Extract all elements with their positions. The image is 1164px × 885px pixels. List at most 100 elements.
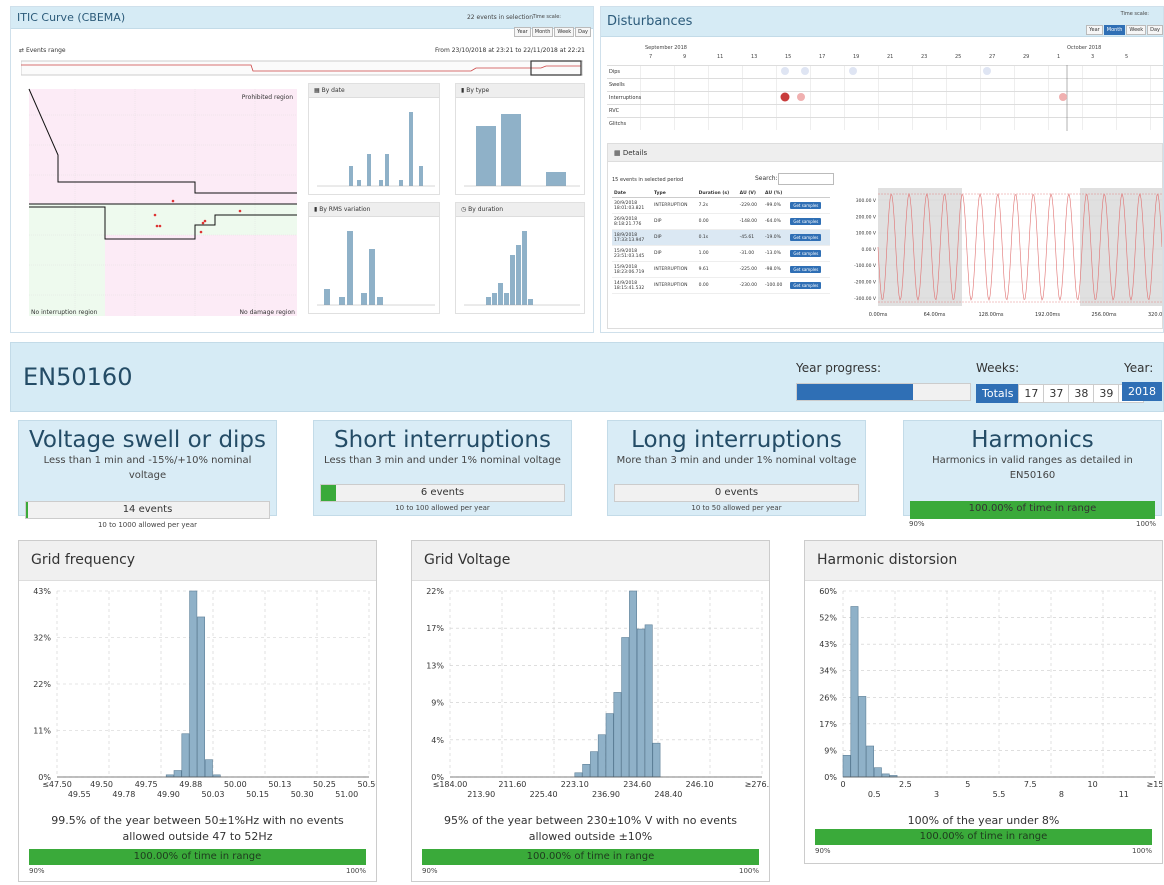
by-duration-chart: ◷ By duration: [455, 202, 585, 314]
cell-type: INTERRUPTION: [652, 262, 697, 278]
timeline-day: 21: [887, 54, 894, 60]
dist-scale-week[interactable]: Week: [1126, 25, 1147, 35]
itic-scale-month[interactable]: Month: [531, 27, 554, 37]
week-39-button[interactable]: 39: [1093, 384, 1120, 403]
by-type-chart: ▮ By type: [455, 83, 585, 195]
range-icon: ⇄: [19, 47, 25, 54]
timeline-day: 15: [785, 54, 792, 60]
card-desc: More than 3 min and under 1% nominal vol…: [616, 455, 857, 466]
events-range-text: Events range: [25, 47, 66, 54]
cell-text: -225.00: [739, 267, 757, 272]
timeline-day: 19: [853, 54, 860, 60]
year-2018-button[interactable]: 2018: [1122, 382, 1162, 401]
itic-time-scale-label: Time scale:: [532, 14, 561, 20]
cell-date: 18/9/2018 17:33:13.947: [612, 230, 652, 246]
cell-text: 0.00: [698, 283, 709, 288]
cell-type: DIP: [652, 230, 697, 246]
interruption-marker[interactable]: [780, 92, 790, 102]
cell-text: 30/9/2018 18:01:03.821: [614, 200, 645, 211]
histogram-bar: [181, 733, 190, 778]
histogram-bar: [173, 770, 182, 778]
wave-x-tick: 64.00ms: [924, 312, 946, 318]
cell-btn[interactable]: Get samples: [788, 262, 830, 278]
x-tick-label: 50.03: [202, 790, 225, 799]
grid-frequency-title: Grid frequency: [19, 541, 376, 581]
itic-scale-week[interactable]: Week: [554, 27, 575, 37]
cell-text: INTERRUPTION: [654, 283, 688, 288]
y-tick-label: 26%: [819, 693, 837, 702]
week-38-button[interactable]: 38: [1068, 384, 1095, 403]
x-tick-label: 246.10: [686, 780, 714, 789]
cell-text: 15/9/2018 23:51:03.145: [614, 248, 645, 259]
by-date-chart: ▦ By date: [308, 83, 440, 195]
wave-y-tick: -100.00 V: [854, 263, 877, 269]
col-type[interactable]: Type: [652, 190, 697, 198]
col-date[interactable]: Date: [612, 190, 652, 198]
cell-dv: -148.00: [738, 214, 763, 230]
cell-btn[interactable]: Get samples: [788, 198, 830, 214]
wave-x-tick: 320.00ms: [1148, 312, 1162, 318]
cell-dur: 7.2s: [697, 198, 738, 214]
table-row[interactable]: 15/9/2018 18:23:06.719 INTERRUPTION 9.61 -2…: [612, 262, 830, 278]
cell-dur: 0.00: [697, 278, 738, 294]
col-dp[interactable]: ΔU (%): [762, 190, 789, 198]
itic-scale-day[interactable]: Day: [575, 27, 591, 37]
histogram-bar: [644, 624, 653, 778]
y-tick-label: 60%: [819, 587, 837, 596]
get-samples-button[interactable]: Get samples: [790, 217, 822, 225]
dist-scale-day[interactable]: Day: [1147, 25, 1163, 35]
col-duration[interactable]: Duration (s): [696, 190, 738, 198]
range-slider[interactable]: [21, 59, 583, 79]
cell-type: DIP: [652, 214, 697, 230]
itic-panel: ITIC Curve (CBEMA) 22 events in selectio…: [10, 6, 594, 333]
table-row[interactable]: 14/9/2018 18:15:41.532 INTERRUPTION 0.00 -2…: [612, 278, 830, 294]
dist-scale-year[interactable]: Year: [1086, 25, 1103, 35]
x-tick-label: 50.30: [291, 790, 314, 799]
grid-voltage-histogram: 22%17%13%9%4%0%≤184.00 211.60 223.10 234.60…: [426, 587, 779, 799]
col-dv[interactable]: ΔU (V): [737, 190, 763, 198]
week-totals-button[interactable]: Totals: [976, 384, 1020, 403]
dist-scale-buttons: Year Month Week Day: [1085, 20, 1163, 35]
week-17-button[interactable]: 17: [1018, 384, 1045, 403]
cell-btn[interactable]: Get samples: [788, 230, 830, 246]
no-interruption-label: No interruption region: [31, 309, 98, 316]
y-tick-label: 9%: [431, 699, 444, 708]
y-tick-label: 43%: [33, 587, 51, 596]
wave-y-tick: 0.00 V: [861, 247, 876, 253]
table-row[interactable]: 18/9/2018 17:33:13.947 DIP 0.1s -45.61 -19.0…: [612, 229, 830, 246]
table-row[interactable]: 30/9/2018 18:01:03.821 INTERRUPTION 7.2s -2…: [612, 198, 830, 214]
by-rms-chart: ▮ By RMS variation: [308, 202, 440, 314]
cell-btn[interactable]: Get samples: [788, 278, 830, 294]
x-tick-label: 51.00: [335, 790, 358, 799]
search-input[interactable]: [778, 173, 834, 185]
dist-scale-month[interactable]: Month: [1103, 25, 1126, 35]
col-actions: [788, 190, 830, 198]
table-row[interactable]: 26/9/2018 8:18:21.776 DIP 0.00 -148.00 -64.0…: [612, 214, 830, 230]
cell-text: 9.61: [698, 267, 709, 272]
events-table: Date Type Duration (s) ΔU (V) ΔU (%) 30/…: [612, 190, 830, 294]
timeline-day: 5: [1125, 54, 1129, 60]
get-samples-button[interactable]: Get samples: [790, 281, 822, 289]
harmonic-distorsion-histogram: 60% 52% 43% 34% 26% 17% 9% 0%0 2.5 5 7.5 10 ≥15 0.5 3 5…: [819, 587, 1163, 799]
itic-scale-year[interactable]: Year: [514, 27, 531, 37]
year-progress-label: Year progress:: [796, 361, 882, 375]
week-37-button[interactable]: 37: [1043, 384, 1070, 403]
get-samples-button[interactable]: Get samples: [790, 265, 822, 273]
x-tick-label: 50.50: [358, 780, 376, 789]
x-tick-label: 50.13: [268, 780, 291, 789]
table-row[interactable]: 15/9/2018 23:51:03.145 DIP 1.00 -31.00 -13.0…: [612, 246, 830, 262]
events-range-label: ⇄ Events range: [19, 47, 66, 54]
histogram-bar: [873, 767, 882, 778]
y-tick-label: 43%: [819, 640, 837, 649]
get-samples-button[interactable]: Get samples: [790, 249, 822, 257]
cell-btn[interactable]: Get samples: [788, 214, 830, 230]
card-title: Harmonics: [971, 427, 1094, 453]
events-in-selection: 22 events in selection: [466, 14, 533, 21]
cell-btn[interactable]: Get samples: [788, 246, 830, 262]
x-tick-label: 49.50: [90, 780, 113, 789]
get-samples-button[interactable]: Get samples: [790, 233, 822, 241]
get-samples-button[interactable]: Get samples: [790, 201, 822, 209]
table-icon: ▦: [614, 149, 621, 157]
year-progress-bar: [796, 383, 971, 401]
waveform-chart: 300.00 V 200.00 V 100.00 V 0.00 V -100.00 V -…: [854, 188, 1162, 318]
